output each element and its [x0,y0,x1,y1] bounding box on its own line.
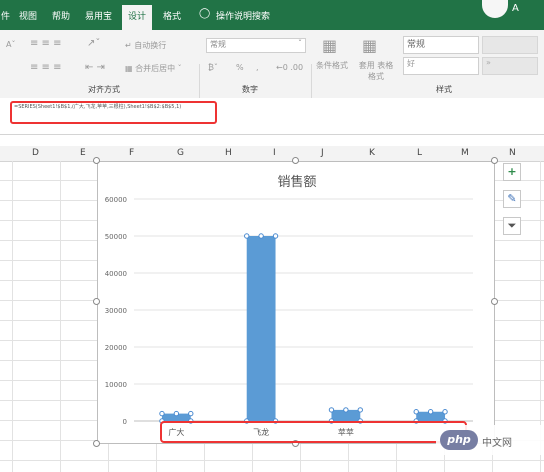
orientation-icon[interactable]: ↗ˇ [87,38,100,49]
menu-bar: 件 视图 帮助 易用宝 设计 格式 ◯ 操作说明搜索 A [0,0,544,30]
style-normal[interactable]: 常规 [403,36,479,54]
resize-handle[interactable] [93,298,100,305]
column-header[interactable]: M [461,148,469,158]
lightbulb-icon: ◯ [199,8,211,19]
format-as-table-button[interactable]: 套用 表格格式 [358,60,394,82]
bar-selection-handle[interactable] [328,407,335,413]
y-tick-label: 50000 [105,233,127,241]
y-tick-label: 30000 [105,307,127,315]
bar-selection-handle[interactable] [173,410,180,417]
chart-styles-button[interactable]: ✎ [503,190,521,208]
bar-selection-handle[interactable] [343,407,349,413]
highlight-box [10,101,217,124]
chart-area[interactable]: 销售额 0 10000 20000 30000 40000 50000 60000 广大 飞龙苹… [97,161,495,444]
bar-selection-handle[interactable] [244,233,250,239]
tab-file[interactable]: 件 [1,9,10,22]
column-header[interactable]: K [369,148,375,158]
column-header[interactable]: F [129,148,134,158]
y-tick-label: 10000 [105,381,127,389]
align-left-icon[interactable]: ≡ ≡ ≡ [30,62,62,73]
bar-selection-handle[interactable] [188,410,194,417]
gridline [0,460,544,461]
decimal-icon[interactable]: ←0 .00 [276,63,303,72]
tell-me-search[interactable]: 操作说明搜索 [216,9,270,22]
column-header[interactable]: L [417,148,422,158]
column-header[interactable]: H [225,148,232,158]
watermark-text: 中文网 [482,438,512,449]
font-size-down-icon[interactable]: Aˇ [6,40,15,49]
y-tick-label: 20000 [105,344,127,352]
number-format-select[interactable]: 常规 ˇ [206,38,306,53]
bar-chart[interactable]: 销售额 0100002000030000400005000060000广大 飞龙苹… [98,162,494,443]
resize-handle[interactable] [491,298,498,305]
resize-handle[interactable] [292,157,299,164]
resize-handle[interactable] [93,157,100,164]
currency-icon[interactable]: ₿ˇ [208,63,218,72]
gridline [60,161,61,472]
column-header[interactable]: I [273,148,276,158]
tab-easy-tools[interactable]: 易用宝 [85,9,112,22]
y-tick-label: 0 [123,418,127,426]
chart-filter-button[interactable]: ⏷ [503,217,521,235]
avatar[interactable] [482,0,508,18]
tab-view[interactable]: 视图 [19,9,37,22]
wrap-text-button[interactable]: ↵ 自动换行 [125,40,166,51]
resize-handle[interactable] [93,440,100,447]
chart-elements-button[interactable]: + [503,163,521,181]
chart-title[interactable]: 销售额 [277,174,316,190]
column-header[interactable]: J [321,148,324,158]
conditional-format-button[interactable]: 条件格式 [316,60,348,71]
bar-selection-handle[interactable] [159,410,165,417]
group-styles-label: 样式 [436,85,452,94]
column-header[interactable]: E [80,148,86,158]
tab-help[interactable]: 帮助 [52,9,70,22]
style-good[interactable]: 好 [403,57,479,75]
comma-button[interactable]: , [256,63,259,72]
indent-icon[interactable]: ⇤ ⇥ [85,62,105,73]
highlight-box [160,421,467,443]
column-header[interactable]: D [32,148,39,158]
column-header[interactable]: G [177,148,184,158]
style-swatch[interactable] [482,36,538,54]
user-initial: A [512,3,519,14]
watermark-logo: php [440,430,478,450]
tab-format[interactable]: 格式 [163,9,181,22]
table-format-icon[interactable]: ▦ [362,36,377,55]
bar-selection-handle[interactable] [413,409,419,415]
bar-selection-handle[interactable] [272,233,279,239]
percent-button[interactable]: % [236,63,244,72]
tab-design[interactable]: 设计 [122,5,153,30]
bar-selection-handle[interactable] [258,233,264,239]
gridline [12,161,13,472]
column-header[interactable]: N [509,148,516,158]
y-tick-label: 60000 [105,196,127,204]
bar-selection-handle[interactable] [357,407,363,413]
resize-handle[interactable] [491,157,498,164]
bar[interactable] [246,236,276,421]
group-alignment-label: 对齐方式 [88,85,120,94]
bar-selection-handle[interactable] [427,409,434,415]
y-tick-label: 40000 [105,270,127,278]
merge-center-button[interactable]: ▦ 合并后居中 ˇ [125,63,182,74]
conditional-format-icon[interactable]: ▦ [322,36,337,55]
column-headers: D E F G H I J K L M N [0,146,544,162]
bar-selection-handle[interactable] [442,409,448,415]
group-number-label: 数字 [242,85,258,94]
align-top-icon[interactable]: ≡ ≡ ≡ [30,38,62,49]
style-swatch[interactable]: » [482,57,538,75]
ribbon: Aˇ ≡ ≡ ≡ ↗ˇ ↵ 自动换行 ≡ ≡ ≡ ⇤ ⇥ ▦ 合并后居中 ˇ 常… [0,30,544,124]
